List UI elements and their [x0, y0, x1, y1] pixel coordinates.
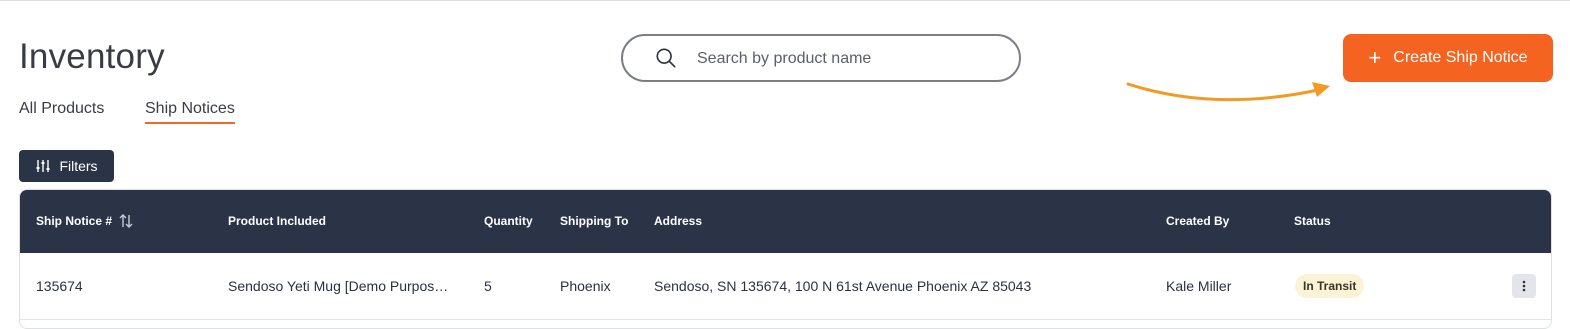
cell-quantity: 5 [484, 278, 492, 294]
column-header-shipping-to: Shipping To [560, 214, 629, 228]
tab-ship-notices[interactable]: Ship Notices [145, 100, 235, 124]
cell-shipping-to: Phoenix [560, 278, 611, 294]
column-header-address: Address [654, 214, 703, 228]
top-divider [0, 0, 1570, 1]
sliders-icon [36, 160, 50, 172]
tab-all-products[interactable]: All Products [19, 100, 104, 122]
cell-ship-notice: 135674 [36, 278, 83, 294]
cell-address: Sendoso, SN 135674, 100 N 61st Avenue Ph… [654, 278, 1032, 294]
create-ship-notice-button[interactable]: + Create Ship Notice [1343, 34, 1553, 82]
row-actions-button[interactable] [1512, 274, 1536, 298]
filters-label: Filters [59, 158, 98, 174]
sort-arrows-icon[interactable] [117, 212, 135, 230]
search-icon [656, 48, 676, 68]
kebab-menu-icon [1522, 280, 1526, 292]
column-header-quantity: Quantity [484, 214, 533, 228]
search-box[interactable] [621, 34, 1021, 82]
page-title: Inventory [19, 37, 165, 76]
table-row[interactable]: 135674 Sendoso Yeti Mug [Demo Purposes O… [20, 253, 1551, 320]
search-input[interactable] [695, 42, 999, 76]
cell-created-by: Kale Miller [1166, 278, 1232, 294]
cell-product: Sendoso Yeti Mug [Demo Purposes Only] [228, 278, 456, 294]
column-header-product: Product Included [228, 214, 327, 228]
table-header: Ship Notice # Product Included Quantity … [20, 190, 1551, 253]
plus-icon: + [1368, 45, 1382, 70]
ship-notices-table: Ship Notice # Product Included Quantity … [19, 189, 1552, 329]
column-header-status: Status [1294, 214, 1331, 228]
column-header-created-by: Created By [1166, 214, 1230, 228]
filters-button[interactable]: Filters [19, 150, 114, 182]
status-badge: In Transit [1295, 274, 1365, 298]
column-header-ship-notice[interactable]: Ship Notice # [36, 190, 112, 253]
create-ship-notice-label: Create Ship Notice [1393, 49, 1528, 66]
curved-arrow-icon [1126, 82, 1330, 102]
